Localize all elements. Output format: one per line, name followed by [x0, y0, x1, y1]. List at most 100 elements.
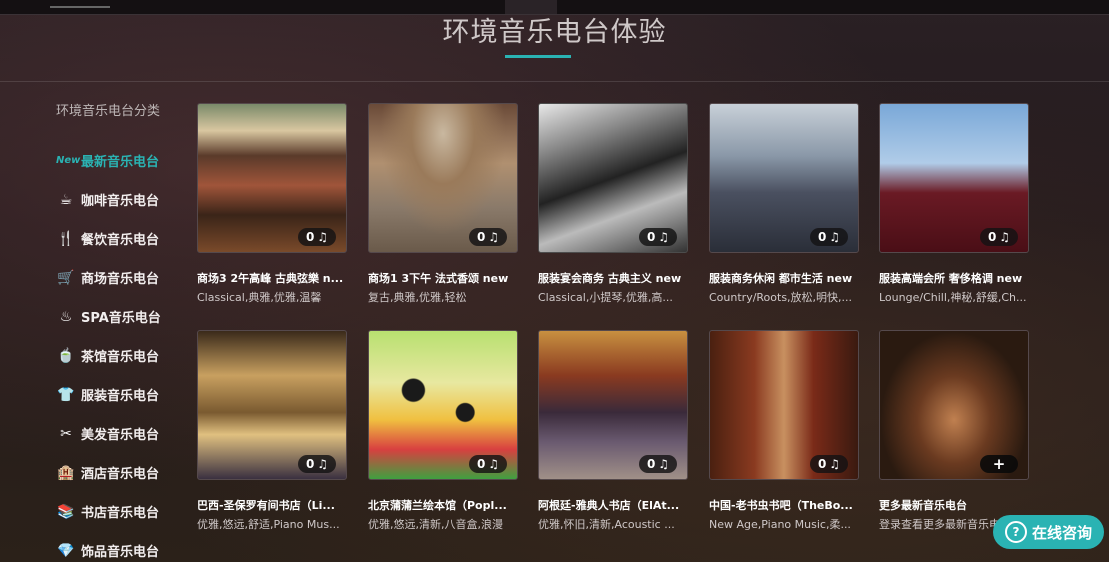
playlist-icon: ♫: [488, 457, 500, 471]
card-title[interactable]: 商场3 2午高峰 古典弦樂 n...: [197, 270, 347, 286]
sidebar-item-label: 服装音乐电台: [81, 389, 160, 404]
spa-massage-icon: ♨: [59, 308, 73, 325]
card-tags: New Age,Piano Music,柔...: [709, 518, 851, 531]
online-consult-button[interactable]: ? 在线咨询: [993, 515, 1104, 549]
sidebar-item[interactable]: 💎 饰品音乐电台: [56, 531, 196, 562]
card-thumbnail[interactable]: 0 ♫: [368, 103, 518, 253]
sidebar-item[interactable]: 👕 服装音乐电台: [56, 375, 196, 414]
card-thumbnail[interactable]: 0 ♫: [197, 330, 347, 480]
playlist-icon: ♫: [488, 230, 500, 244]
sidebar-item[interactable]: New 最新音乐电台: [56, 141, 196, 180]
diamond-icon: 💎: [57, 542, 75, 559]
tshirt-icon: 👕: [57, 386, 75, 403]
header-divider: [0, 81, 1109, 82]
sidebar-item-label: 美发音乐电台: [81, 428, 160, 443]
card-tags: 优雅,悠远,舒适,Piano Mus...: [197, 518, 340, 531]
card-title[interactable]: 服装高端会所 奢侈格调 new: [879, 270, 1029, 286]
card-tags: 复古,典雅,优雅,轻松: [368, 291, 467, 304]
card-tags: Classical,典雅,优雅,温馨: [197, 291, 322, 304]
card-thumbnail[interactable]: 0 ♫: [197, 103, 347, 253]
play-count: 0: [305, 230, 315, 244]
play-count: 0: [476, 230, 486, 244]
sidebar-item-label: 茶馆音乐电台: [81, 350, 160, 365]
sidebar-item-label: 饰品音乐电台: [81, 545, 160, 560]
play-count-badge: 0 ♫: [980, 228, 1018, 246]
card-title[interactable]: 阿根廷-雅典人书店（ElAt...: [538, 497, 688, 513]
radio-card[interactable]: 0 ♫ 阿根廷-雅典人书店（ElAt... 优雅,怀旧,清新,Acoustic ...: [538, 330, 688, 531]
play-count: 0: [817, 230, 827, 244]
radio-card[interactable]: 0 ♫ 服装高端会所 奢侈格调 new Lounge/Chill,神秘,舒缓,Ch..…: [879, 103, 1029, 304]
card-thumbnail[interactable]: 0 ♫: [538, 330, 688, 480]
card-tags: Country/Roots,放松,明快,...: [709, 291, 853, 304]
sidebar-item-label: 商场音乐电台: [81, 272, 160, 287]
card-title[interactable]: 更多最新音乐电台: [879, 497, 1029, 513]
nav-link-stub[interactable]: [50, 0, 110, 8]
card-title[interactable]: 巴西-圣保罗有间书店（Li...: [197, 497, 347, 513]
card-title[interactable]: 服装商务休闲 都市生活 new: [709, 270, 859, 286]
card-thumbnail[interactable]: 0 ♫: [709, 330, 859, 480]
radio-card[interactable]: 0 ♫ 中国-老书虫书吧（TheBo... New Age,Piano Music,柔…: [709, 330, 859, 531]
play-count-badge: 0 ♫: [639, 455, 677, 473]
radio-card[interactable]: 0 ♫ 服装商务休闲 都市生活 new Country/Roots,放松,明快,...: [709, 103, 859, 304]
card-title[interactable]: 商场1 3下午 法式香颂 new: [368, 270, 518, 286]
play-count-badge: 0 ♫: [469, 228, 507, 246]
sidebar-item[interactable]: 🏨 酒店音乐电台: [56, 453, 196, 492]
nav-active-tab[interactable]: [505, 0, 557, 14]
card-thumbnail[interactable]: 0 ♫: [538, 103, 688, 253]
radio-card[interactable]: 0 ♫ 商场1 3下午 法式香颂 new 复古,典雅,优雅,轻松: [368, 103, 518, 304]
play-count-badge: 0 ♫: [298, 455, 336, 473]
play-count-badge: 0 ♫: [810, 228, 848, 246]
play-count-badge: 0 ♫: [298, 228, 336, 246]
sidebar-item[interactable]: 📚 书店音乐电台: [56, 492, 196, 531]
radio-card[interactable]: 0 ♫ 北京蒲蒲兰绘本馆（Popl... 优雅,悠远,清新,八音盒,浪漫: [368, 330, 518, 531]
play-count: 0: [817, 457, 827, 471]
card-title[interactable]: 服装宴会商务 古典主义 new: [538, 270, 688, 286]
more-radio-card[interactable]: + 更多最新音乐电台 登录查看更多最新音乐电台: [879, 330, 1029, 531]
sidebar-item-label: 酒店音乐电台: [81, 467, 160, 482]
top-nav-bar: [0, 0, 1109, 15]
sidebar-item[interactable]: ☕ 咖啡音乐电台: [56, 180, 196, 219]
playlist-icon: ♫: [999, 230, 1011, 244]
online-consult-label: 在线咨询: [1031, 523, 1092, 542]
hotel-building-icon: 🏨: [57, 464, 75, 481]
category-sidebar: 环境音乐电台分类 New 最新音乐电台 ☕ 咖啡音乐电台 🍴 餐饮音乐电台 🛒 商场音乐电台 ♨…: [56, 100, 196, 562]
card-tags: 优雅,怀旧,清新,Acoustic ...: [538, 518, 675, 531]
card-tags: Classical,小提琴,优雅,高...: [538, 291, 673, 304]
sidebar-item-label: 最新音乐电台: [81, 155, 160, 170]
radio-card[interactable]: 0 ♫ 商场3 2午高峰 古典弦樂 n... Classical,典雅,优雅,温馨: [197, 103, 347, 304]
card-thumbnail[interactable]: 0 ♫: [368, 330, 518, 480]
page-title: 环境音乐电台体验: [442, 17, 667, 48]
card-title[interactable]: 北京蒲蒲兰绘本馆（Popl...: [368, 497, 518, 513]
sidebar-item[interactable]: ♨ SPA音乐电台: [56, 297, 196, 336]
sidebar-item[interactable]: 🍴 餐饮音乐电台: [56, 219, 196, 258]
page: 环境音乐电台体验 环境音乐电台分类 New 最新音乐电台 ☕ 咖啡音乐电台 🍴 餐饮音乐电…: [0, 0, 1109, 562]
card-title[interactable]: 中国-老书虫书吧（TheBo...: [709, 497, 859, 513]
playlist-icon: ♫: [317, 457, 329, 471]
card-thumbnail[interactable]: 0 ♫: [709, 103, 859, 253]
title-underline: [505, 55, 571, 58]
sidebar-title: 环境音乐电台分类: [56, 104, 161, 119]
question-icon: ?: [1004, 521, 1027, 543]
play-count: 0: [476, 457, 486, 471]
sidebar-item[interactable]: 🍵 茶馆音乐电台: [56, 336, 196, 375]
playlist-icon: ♫: [829, 457, 841, 471]
sidebar-item-label: 咖啡音乐电台: [81, 194, 160, 209]
sidebar-item[interactable]: ✂ 美发音乐电台: [56, 414, 196, 453]
sidebar-list: New 最新音乐电台 ☕ 咖啡音乐电台 🍴 餐饮音乐电台 🛒 商场音乐电台 ♨ SPA音乐电台 🍵 茶…: [56, 141, 196, 562]
card-thumbnail[interactable]: 0 ♫: [879, 103, 1029, 253]
radio-card[interactable]: 0 ♫ 巴西-圣保罗有间书店（Li... 优雅,悠远,舒适,Piano Mus...: [197, 330, 347, 531]
card-thumbnail[interactable]: +: [879, 330, 1029, 480]
fork-knife-icon: 🍴: [57, 230, 75, 247]
radio-card[interactable]: 0 ♫ 服装宴会商务 古典主义 new Classical,小提琴,优雅,高...: [538, 103, 688, 304]
plus-icon[interactable]: +: [980, 455, 1018, 473]
coffee-cup-icon: ☕: [59, 191, 73, 208]
sidebar-item[interactable]: 🛒 商场音乐电台: [56, 258, 196, 297]
play-count: 0: [646, 457, 656, 471]
card-tags: Lounge/Chill,神秘,舒缓,Ch...: [879, 291, 1027, 304]
card-tags: 优雅,悠远,清新,八音盒,浪漫: [368, 518, 503, 531]
playlist-icon: ♫: [829, 230, 841, 244]
sidebar-item-label: 餐饮音乐电台: [81, 233, 160, 248]
new-badge-icon: New: [56, 155, 81, 166]
playlist-icon: ♫: [658, 457, 670, 471]
sidebar-item-label: 书店音乐电台: [81, 506, 160, 521]
